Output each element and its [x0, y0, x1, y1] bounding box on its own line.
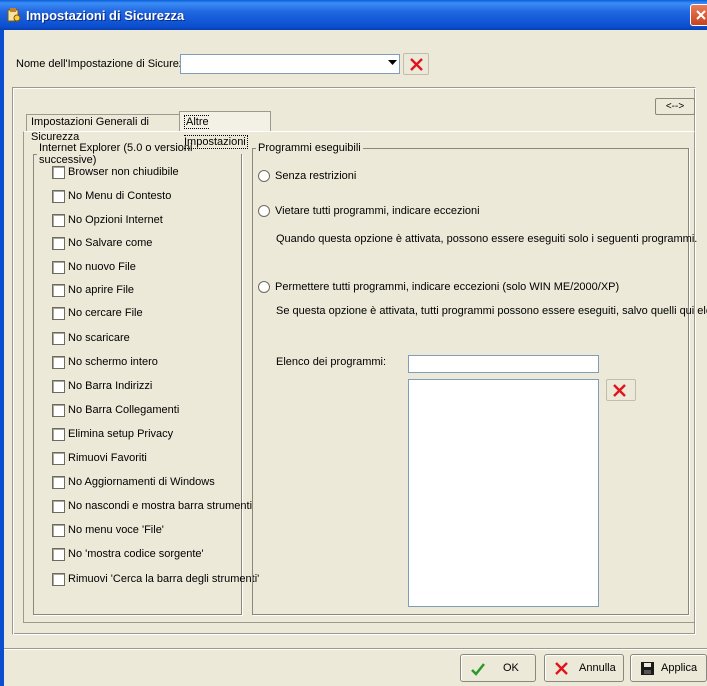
checkbox-box[interactable]: [52, 237, 65, 250]
checkbox-box[interactable]: [52, 380, 65, 393]
checkbox-label: Rimuovi 'Cerca la barra degli strumenti': [68, 573, 260, 585]
checkbox-label: No Barra Collegamenti: [68, 404, 180, 416]
name-label: Nome dell'Impostazione di Sicurezza:: [16, 58, 200, 70]
radio-circle[interactable]: [258, 170, 270, 182]
ie-group-legend: Internet Explorer (5.0 o versioni succes…: [39, 142, 193, 166]
apply-label: Applica: [661, 662, 698, 674]
program-listbox[interactable]: [408, 379, 599, 607]
checkbox-label: No aprire File: [68, 284, 135, 296]
checkbox-box[interactable]: [52, 452, 65, 465]
checkbox-box[interactable]: [52, 548, 65, 561]
program-list-label: Elenco dei programmi:: [276, 356, 387, 368]
checkbox-box[interactable]: [52, 500, 65, 513]
checkmark-icon: [471, 663, 485, 676]
radio-description: Se questa opzione è attivata, tutti prog…: [276, 305, 707, 317]
checkbox-box[interactable]: [52, 356, 65, 369]
checkbox-label: Elimina setup Privacy: [68, 428, 174, 440]
chevron-down-icon: [388, 60, 397, 65]
checkbox-box[interactable]: [52, 190, 65, 203]
cancel-label: Annulla: [579, 662, 616, 674]
checkbox-box[interactable]: [52, 428, 65, 441]
checkbox-label: No menu voce 'File': [68, 524, 164, 536]
checkbox-label: No Salvare come: [68, 237, 153, 249]
footer-separator: [4, 648, 707, 650]
window-title: Impostazioni di Sicurezza: [26, 8, 185, 23]
delete-x-icon: [410, 58, 423, 71]
ok-label: OK: [503, 662, 519, 674]
title-bar: Impostazioni di Sicurezza: [0, 0, 707, 30]
close-icon: [696, 10, 706, 20]
close-button[interactable]: [690, 4, 707, 26]
checkbox-box[interactable]: [52, 284, 65, 297]
tab-general-settings[interactable]: Impostazioni Generali di Sicurezza: [26, 114, 180, 143]
radio-description: Quando questa opzione è attivata, posson…: [276, 233, 698, 245]
ie-group: Internet Explorer (5.0 o versioni succes…: [33, 142, 242, 615]
checkbox-box[interactable]: [52, 476, 65, 489]
programs-group-legend: Programmi eseguibili: [258, 142, 361, 154]
checkbox-label: No cercare File: [68, 307, 143, 319]
checkbox-box[interactable]: [52, 307, 65, 320]
cancel-button[interactable]: Annulla: [544, 654, 624, 682]
security-settings-icon: [6, 7, 22, 23]
checkbox-box[interactable]: [52, 261, 65, 274]
radio-label: Senza restrizioni: [275, 170, 357, 182]
delete-x-icon: [613, 384, 626, 397]
radio-circle[interactable]: [258, 205, 270, 217]
apply-button[interactable]: Applica: [630, 654, 707, 682]
checkbox-label: Rimuovi Favoriti: [68, 452, 147, 464]
radio-circle[interactable]: [258, 281, 270, 293]
checkbox-label: No nuovo File: [68, 261, 136, 273]
cancel-x-icon: [555, 662, 568, 675]
checkbox-label: No nascondi e mostra barra strumenti: [68, 500, 253, 512]
checkbox-box[interactable]: [52, 404, 65, 417]
checkbox-label: No Barra Indirizzi: [68, 380, 153, 392]
checkbox-label: Browser non chiudibile: [68, 166, 179, 178]
radio-label: Vietare tutti programmi, indicare eccezi…: [275, 205, 480, 217]
program-name-input[interactable]: [408, 355, 599, 373]
checkbox-box[interactable]: [52, 332, 65, 345]
checkbox-box[interactable]: [52, 214, 65, 227]
save-disk-icon: [641, 662, 654, 675]
delete-setting-button[interactable]: [403, 53, 429, 75]
checkbox-label: No scaricare: [68, 332, 130, 344]
checkbox-label: No Opzioni Internet: [68, 214, 163, 226]
swap-button[interactable]: <-->: [655, 98, 695, 115]
checkbox-box[interactable]: [52, 573, 65, 586]
window-frame-left: [0, 30, 4, 686]
name-combobox[interactable]: [180, 54, 400, 74]
checkbox-label: No Menu di Contesto: [68, 190, 172, 202]
ok-button[interactable]: OK: [460, 654, 536, 682]
tab-other-settings[interactable]: Altre Impostazioni: [179, 111, 271, 149]
remove-program-button[interactable]: [606, 379, 636, 401]
checkbox-box[interactable]: [52, 166, 65, 179]
checkbox-label: No 'mostra codice sorgente': [68, 548, 204, 560]
checkbox-box[interactable]: [52, 524, 65, 537]
radio-label: Permettere tutti programmi, indicare ecc…: [275, 281, 620, 293]
checkbox-label: No schermo intero: [68, 356, 158, 368]
checkbox-label: No Aggiornamenti di Windows: [68, 476, 215, 488]
